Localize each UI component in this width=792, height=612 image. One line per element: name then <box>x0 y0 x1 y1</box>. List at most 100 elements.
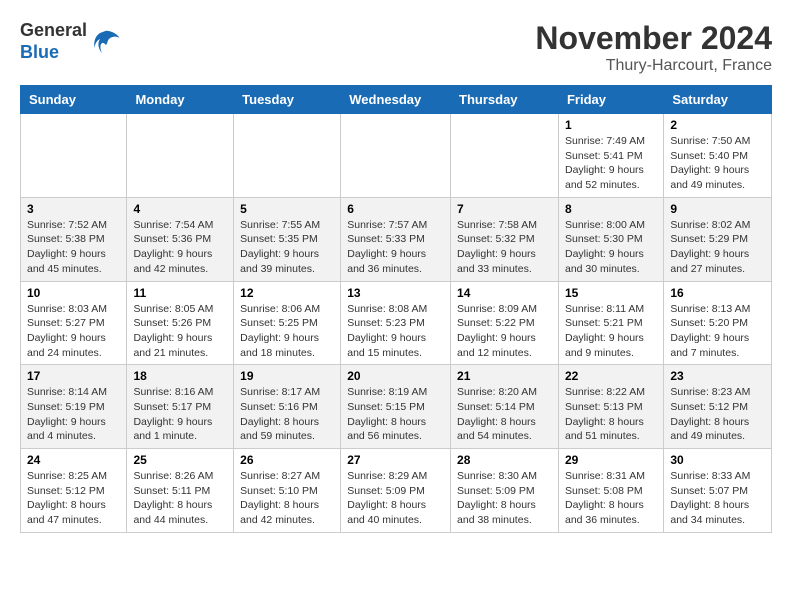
day-info: Sunrise: 7:55 AM Sunset: 5:35 PM Dayligh… <box>240 218 334 277</box>
day-number: 23 <box>670 369 765 383</box>
location: Thury-Harcourt, France <box>535 57 772 75</box>
calendar-week-5: 24Sunrise: 8:25 AM Sunset: 5:12 PM Dayli… <box>21 449 772 533</box>
day-number: 1 <box>565 118 657 132</box>
calendar-cell: 5 Sunrise: 7:55 AM Sunset: 5:35 PM Daylig… <box>234 197 341 281</box>
calendar-cell: 30 Sunrise: 8:33 AM Sunset: 5:07 PM Dayli… <box>664 449 772 533</box>
calendar-cell: 17 Sunrise: 8:14 AM Sunset: 5:19 PM Dayli… <box>21 365 127 449</box>
calendar-cell: 3 Sunrise: 7:52 AM Sunset: 5:38 PM Daylig… <box>21 197 127 281</box>
calendar-week-1: 1Sunrise: 7:49 AM Sunset: 5:41 PM Daylig… <box>21 114 772 198</box>
day-info: Sunrise: 8:16 AM Sunset: 5:17 PM Dayligh… <box>133 385 227 444</box>
day-info: Sunrise: 8:08 AM Sunset: 5:23 PM Dayligh… <box>347 302 444 361</box>
day-info: Sunrise: 8:09 AM Sunset: 5:22 PM Dayligh… <box>457 302 552 361</box>
calendar-cell: 10 Sunrise: 8:03 AM Sunset: 5:27 PM Dayli… <box>21 281 127 365</box>
calendar-cell: 27 Sunrise: 8:29 AM Sunset: 5:09 PM Dayli… <box>341 449 451 533</box>
day-number: 5 <box>240 202 334 216</box>
calendar-cell: 12Sunrise: 8:06 AM Sunset: 5:25 PM Dayli… <box>234 281 341 365</box>
day-info: Sunrise: 7:52 AM Sunset: 5:38 PM Dayligh… <box>27 218 120 277</box>
calendar-cell: 7Sunrise: 7:58 AM Sunset: 5:32 PM Daylig… <box>451 197 559 281</box>
day-number: 17 <box>27 369 120 383</box>
calendar-cell: 13 Sunrise: 8:08 AM Sunset: 5:23 PM Dayli… <box>341 281 451 365</box>
calendar-cell <box>451 114 559 198</box>
calendar-cell: 22 Sunrise: 8:22 AM Sunset: 5:13 PM Dayli… <box>558 365 663 449</box>
calendar-week-4: 17 Sunrise: 8:14 AM Sunset: 5:19 PM Dayli… <box>21 365 772 449</box>
calendar-cell <box>127 114 234 198</box>
day-number: 24 <box>27 453 120 467</box>
logo-icon <box>91 27 121 57</box>
day-number: 13 <box>347 286 444 300</box>
day-number: 4 <box>133 202 227 216</box>
day-info: Sunrise: 8:17 AM Sunset: 5:16 PM Dayligh… <box>240 385 334 444</box>
calendar-cell: 9 Sunrise: 8:02 AM Sunset: 5:29 PM Daylig… <box>664 197 772 281</box>
day-info: Sunrise: 7:58 AM Sunset: 5:32 PM Dayligh… <box>457 218 552 277</box>
logo-blue: Blue <box>20 42 59 62</box>
day-number: 14 <box>457 286 552 300</box>
day-number: 9 <box>670 202 765 216</box>
day-number: 21 <box>457 369 552 383</box>
day-info: Sunrise: 8:23 AM Sunset: 5:12 PM Dayligh… <box>670 385 765 444</box>
calendar-cell: 24Sunrise: 8:25 AM Sunset: 5:12 PM Dayli… <box>21 449 127 533</box>
day-number: 18 <box>133 369 227 383</box>
day-info: Sunrise: 8:02 AM Sunset: 5:29 PM Dayligh… <box>670 218 765 277</box>
day-info: Sunrise: 8:19 AM Sunset: 5:15 PM Dayligh… <box>347 385 444 444</box>
calendar-cell: 4 Sunrise: 7:54 AM Sunset: 5:36 PM Daylig… <box>127 197 234 281</box>
calendar-cell: 1Sunrise: 7:49 AM Sunset: 5:41 PM Daylig… <box>558 114 663 198</box>
calendar-cell: 6Sunrise: 7:57 AM Sunset: 5:33 PM Daylig… <box>341 197 451 281</box>
day-number: 22 <box>565 369 657 383</box>
calendar-cell: 8Sunrise: 8:00 AM Sunset: 5:30 PM Daylig… <box>558 197 663 281</box>
calendar-cell: 15Sunrise: 8:11 AM Sunset: 5:21 PM Dayli… <box>558 281 663 365</box>
calendar-cell: 26Sunrise: 8:27 AM Sunset: 5:10 PM Dayli… <box>234 449 341 533</box>
day-number: 16 <box>670 286 765 300</box>
day-number: 20 <box>347 369 444 383</box>
calendar-cell: 25Sunrise: 8:26 AM Sunset: 5:11 PM Dayli… <box>127 449 234 533</box>
logo: General Blue <box>20 20 121 63</box>
month-title: November 2024 <box>535 20 772 57</box>
weekday-header-tuesday: Tuesday <box>234 86 341 114</box>
calendar-week-2: 3 Sunrise: 7:52 AM Sunset: 5:38 PM Daylig… <box>21 197 772 281</box>
logo-general: General <box>20 20 87 40</box>
day-number: 26 <box>240 453 334 467</box>
calendar-cell: 2Sunrise: 7:50 AM Sunset: 5:40 PM Daylig… <box>664 114 772 198</box>
day-number: 10 <box>27 286 120 300</box>
day-info: Sunrise: 7:57 AM Sunset: 5:33 PM Dayligh… <box>347 218 444 277</box>
day-number: 3 <box>27 202 120 216</box>
weekday-header-wednesday: Wednesday <box>341 86 451 114</box>
weekday-header-sunday: Sunday <box>21 86 127 114</box>
calendar-table: SundayMondayTuesdayWednesdayThursdayFrid… <box>20 85 772 533</box>
day-number: 11 <box>133 286 227 300</box>
calendar-cell <box>341 114 451 198</box>
day-number: 30 <box>670 453 765 467</box>
day-info: Sunrise: 8:14 AM Sunset: 5:19 PM Dayligh… <box>27 385 120 444</box>
day-info: Sunrise: 8:30 AM Sunset: 5:09 PM Dayligh… <box>457 469 552 528</box>
calendar-cell: 21Sunrise: 8:20 AM Sunset: 5:14 PM Dayli… <box>451 365 559 449</box>
day-info: Sunrise: 8:11 AM Sunset: 5:21 PM Dayligh… <box>565 302 657 361</box>
day-number: 27 <box>347 453 444 467</box>
calendar-cell: 19 Sunrise: 8:17 AM Sunset: 5:16 PM Dayli… <box>234 365 341 449</box>
page-header: General Blue November 2024 Thury-Harcour… <box>20 20 772 75</box>
day-info: Sunrise: 8:03 AM Sunset: 5:27 PM Dayligh… <box>27 302 120 361</box>
calendar-cell: 11Sunrise: 8:05 AM Sunset: 5:26 PM Dayli… <box>127 281 234 365</box>
day-info: Sunrise: 8:13 AM Sunset: 5:20 PM Dayligh… <box>670 302 765 361</box>
day-number: 19 <box>240 369 334 383</box>
calendar-week-3: 10 Sunrise: 8:03 AM Sunset: 5:27 PM Dayli… <box>21 281 772 365</box>
day-info: Sunrise: 8:31 AM Sunset: 5:08 PM Dayligh… <box>565 469 657 528</box>
calendar-cell: 16 Sunrise: 8:13 AM Sunset: 5:20 PM Dayli… <box>664 281 772 365</box>
day-info: Sunrise: 7:54 AM Sunset: 5:36 PM Dayligh… <box>133 218 227 277</box>
calendar-cell <box>21 114 127 198</box>
weekday-header-friday: Friday <box>558 86 663 114</box>
calendar-header-row: SundayMondayTuesdayWednesdayThursdayFrid… <box>21 86 772 114</box>
calendar-cell: 28Sunrise: 8:30 AM Sunset: 5:09 PM Dayli… <box>451 449 559 533</box>
weekday-header-monday: Monday <box>127 86 234 114</box>
day-info: Sunrise: 8:33 AM Sunset: 5:07 PM Dayligh… <box>670 469 765 528</box>
calendar-cell: 18 Sunrise: 8:16 AM Sunset: 5:17 PM Dayli… <box>127 365 234 449</box>
calendar-cell: 23 Sunrise: 8:23 AM Sunset: 5:12 PM Dayli… <box>664 365 772 449</box>
day-info: Sunrise: 8:06 AM Sunset: 5:25 PM Dayligh… <box>240 302 334 361</box>
day-number: 25 <box>133 453 227 467</box>
weekday-header-saturday: Saturday <box>664 86 772 114</box>
weekday-header-thursday: Thursday <box>451 86 559 114</box>
day-info: Sunrise: 8:22 AM Sunset: 5:13 PM Dayligh… <box>565 385 657 444</box>
calendar-cell: 20 Sunrise: 8:19 AM Sunset: 5:15 PM Dayli… <box>341 365 451 449</box>
calendar-cell: 14 Sunrise: 8:09 AM Sunset: 5:22 PM Dayli… <box>451 281 559 365</box>
day-number: 2 <box>670 118 765 132</box>
day-number: 8 <box>565 202 657 216</box>
day-info: Sunrise: 8:29 AM Sunset: 5:09 PM Dayligh… <box>347 469 444 528</box>
